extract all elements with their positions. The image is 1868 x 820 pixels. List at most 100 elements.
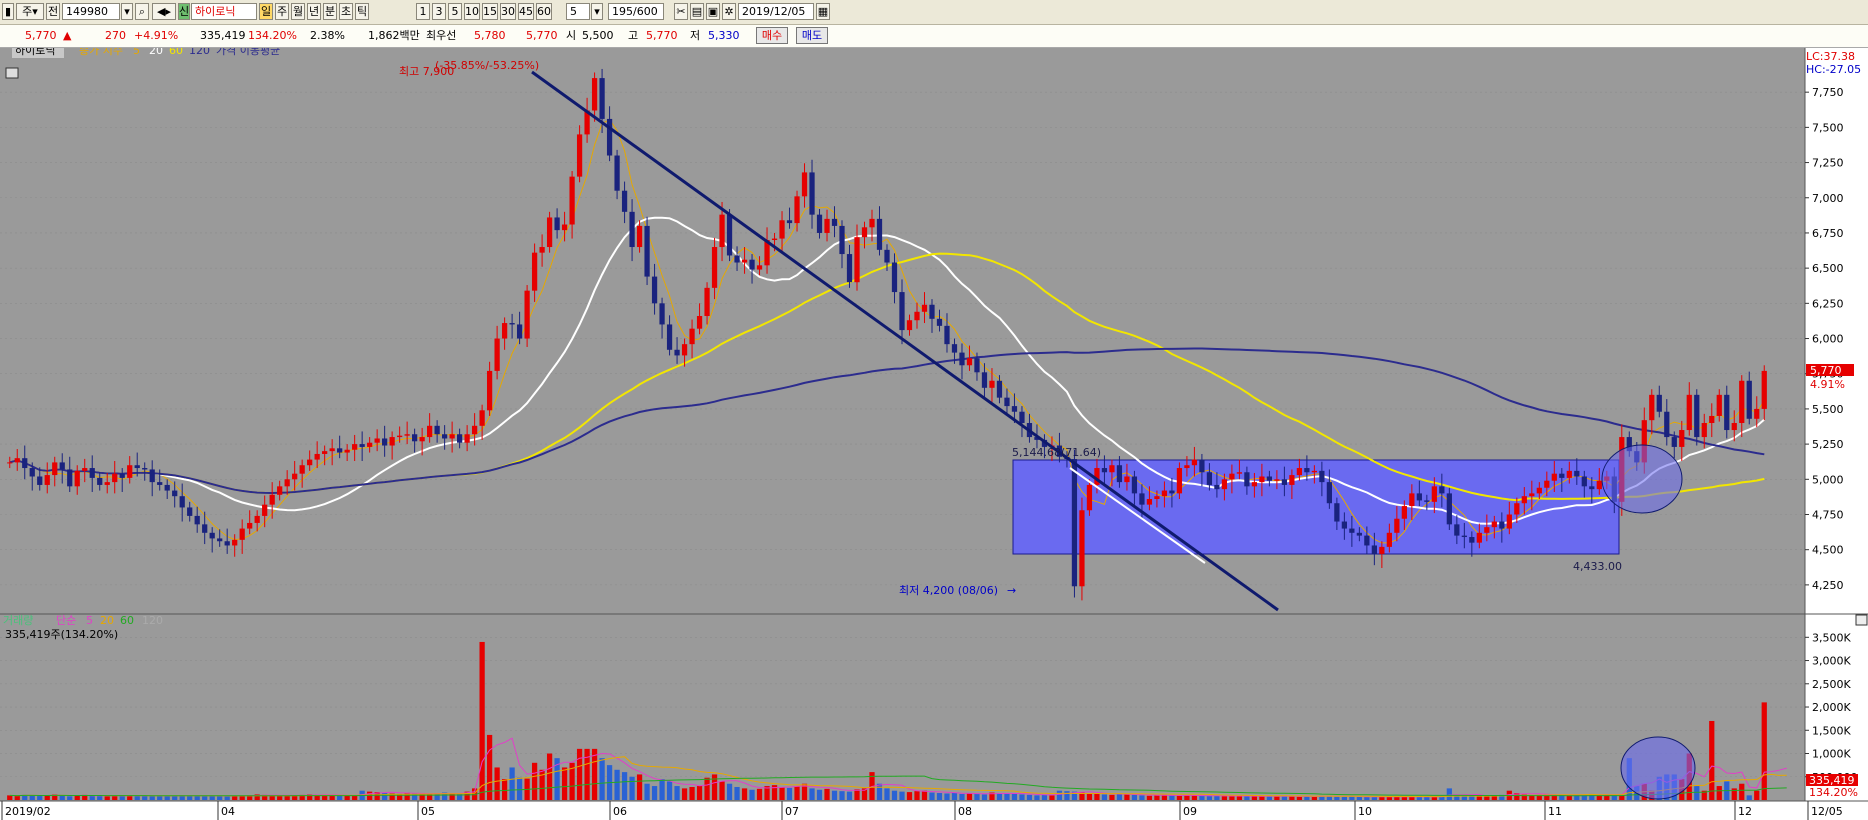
volume-bar (719, 781, 725, 800)
legend-ma-title: 가격 이동평균 (216, 48, 280, 57)
candle-body (224, 541, 230, 546)
sell-button[interactable]: 매도 (796, 27, 828, 44)
candle-body (636, 225, 643, 248)
candle-body (67, 469, 73, 487)
candle-body (464, 434, 470, 443)
volume-bar (756, 788, 763, 800)
interval-30[interactable]: 30 (500, 3, 516, 20)
volume-bar (509, 767, 515, 800)
interval-input-value: 5 (570, 5, 577, 18)
candle-body (1596, 480, 1602, 490)
candle-body (1101, 468, 1108, 473)
buy-button[interactable]: 매수 (756, 27, 788, 44)
interval-dropdown-icon[interactable]: ▾ (591, 3, 603, 20)
candle-body (404, 434, 410, 436)
calendar-icon[interactable]: ▦ (816, 3, 830, 20)
vol-pct-tag: 134.20% (1809, 786, 1858, 799)
expand-panel-icon[interactable] (5, 67, 19, 79)
candle-body (756, 265, 763, 270)
volume-bar (674, 786, 680, 800)
stock-chart[interactable]: 7,750 7,500 7,250 7,000 6,750 6,500 6,250 6,000… (0, 48, 1868, 820)
volume-bar (1124, 794, 1130, 800)
interval-1[interactable]: 1 (416, 3, 430, 20)
candle-body (374, 438, 380, 443)
volume-bar (629, 776, 635, 800)
candle-body (1739, 380, 1745, 423)
interval-input[interactable]: 5 (566, 3, 590, 20)
chart-menu-icon[interactable]: ▮ (2, 3, 14, 20)
highlight-ellipse-volume (1620, 736, 1696, 800)
interval-60[interactable]: 60 (536, 3, 552, 20)
candle-body (1386, 532, 1392, 547)
candle-body (1011, 406, 1018, 412)
tab-day[interactable]: 일 (259, 3, 273, 20)
tab-year[interactable]: 년 (307, 3, 321, 20)
candle-body (1731, 422, 1737, 431)
candle-body (1191, 459, 1198, 466)
candle-body (1184, 465, 1190, 469)
candle-body (1491, 521, 1497, 528)
stock-name-value: 하이로닉 (195, 5, 236, 18)
tab-month-label: 월 (292, 5, 304, 18)
tab-second[interactable]: 초 (339, 3, 353, 20)
interval-10[interactable]: 10 (464, 3, 480, 20)
stock-name-field[interactable]: 하이로닉 (191, 3, 257, 20)
stock-code-input[interactable]: 149980 (62, 3, 120, 20)
count-input[interactable]: 195/600 (608, 3, 664, 20)
print-icon[interactable]: ▤ (690, 3, 704, 20)
candle-body (209, 532, 215, 539)
tab-month[interactable]: 월 (291, 3, 305, 20)
save-icon[interactable]: ▣ (706, 3, 720, 20)
search-icon[interactable]: ⌕ (135, 3, 149, 20)
stock-code-value: 149980 (66, 5, 108, 18)
candle-body (1746, 380, 1752, 419)
volume-bar (936, 793, 943, 800)
candle-body (1311, 470, 1318, 473)
candle-body (801, 172, 808, 197)
high-label: 고 (628, 29, 639, 42)
candle-body (299, 465, 305, 474)
volume-bar (44, 795, 50, 800)
price-tick-label: 7,500 (1812, 121, 1844, 134)
candle-body (1544, 480, 1550, 488)
volume-bar (74, 795, 80, 800)
volume-bar (1754, 790, 1760, 800)
up-arrow-icon: ▲ (63, 29, 72, 42)
low-value: 5,330 (708, 29, 740, 42)
price-tick-label: 5,500 (1812, 403, 1844, 416)
tab-minute[interactable]: 분 (323, 3, 337, 20)
tab-week[interactable]: 주 (275, 3, 289, 20)
volume-bar (666, 781, 673, 800)
candle-body (951, 344, 958, 353)
interval-45[interactable]: 45 (518, 3, 534, 20)
change-pct: +4.91% (134, 29, 179, 42)
candle-body (247, 522, 253, 529)
volume-bar (134, 795, 140, 800)
quote-bar: 5,770 ▲ 270 +4.91% 335,419 134.20% 2.38%… (0, 25, 1868, 48)
candle-body (1326, 482, 1332, 504)
market-select[interactable]: 전 (46, 3, 60, 20)
interval-3[interactable]: 3 (432, 3, 446, 20)
candle-body (854, 237, 860, 283)
date-input[interactable]: 2019/12/05 (738, 3, 814, 20)
speaker-icon[interactable]: ◀▸ (152, 3, 176, 20)
volume-bar (164, 796, 170, 800)
gear-icon[interactable]: ✲ (722, 3, 736, 20)
volume-tick-label: 2,000K (1812, 701, 1851, 714)
volume-bar (1439, 796, 1445, 800)
volume-bar (779, 786, 785, 800)
interval-15[interactable]: 15 (482, 3, 498, 20)
collapse-volume-icon[interactable] (1855, 614, 1868, 626)
period-select[interactable]: 주▾ (16, 3, 44, 20)
candle-body (891, 262, 898, 293)
candle-body (861, 227, 868, 238)
tools-icon[interactable]: ✂ (674, 3, 688, 20)
volume-bar (854, 789, 860, 800)
volume-bar (37, 796, 43, 800)
chevron-down-icon[interactable]: ▾ (121, 3, 133, 20)
candle-body (134, 465, 140, 469)
interval-5[interactable]: 5 (448, 3, 462, 20)
tab-tick[interactable]: 틱 (355, 3, 369, 20)
candle-body (1341, 521, 1347, 529)
candle-body (501, 323, 508, 339)
